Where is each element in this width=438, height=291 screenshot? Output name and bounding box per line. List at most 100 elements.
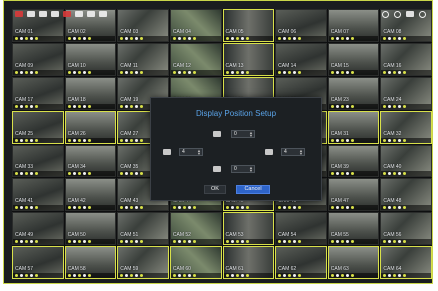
status-icon xyxy=(87,36,91,40)
bottom-offset-spinner[interactable]: 0 ▲ ▼ xyxy=(231,165,255,173)
camera-tile[interactable]: CAM 57 xyxy=(12,246,64,279)
ptz-icon[interactable] xyxy=(99,11,107,17)
camera-tile[interactable]: CAM 11 xyxy=(117,42,169,76)
status-icon xyxy=(72,206,76,210)
status-icon xyxy=(67,206,71,210)
camera-tile[interactable]: CAM 55 xyxy=(327,212,380,246)
camera-tile[interactable]: CAM 12 xyxy=(169,42,222,76)
camera-tile[interactable]: CAM 25 xyxy=(12,110,64,144)
left-offset-spinner[interactable]: 4 ▲ ▼ xyxy=(179,148,203,156)
status-icon xyxy=(20,206,23,210)
status-icon xyxy=(388,70,392,74)
camera-status-bar xyxy=(276,35,326,41)
camera-label: CAM 57 xyxy=(15,266,34,272)
camera-tile[interactable]: CAM 13 xyxy=(222,42,275,76)
status-icon xyxy=(283,206,287,210)
camera-tile[interactable]: CAM 64 xyxy=(380,246,432,279)
camera-status-bar xyxy=(223,273,274,278)
camera-tile[interactable]: CAM 59 xyxy=(117,246,169,279)
camera-tile[interactable]: CAM 33 xyxy=(12,144,64,178)
spinner-arrows-icon[interactable]: ▲ ▼ xyxy=(249,166,253,173)
sequence-icon[interactable] xyxy=(39,11,47,17)
spinner-arrows-icon[interactable]: ▲ ▼ xyxy=(197,149,201,156)
camera-status-bar xyxy=(65,35,116,41)
camera-tile[interactable]: CAM 10 xyxy=(64,42,117,76)
camera-tile[interactable]: CAM 40 xyxy=(380,144,432,178)
alarm-icon[interactable] xyxy=(63,11,71,17)
status-icon xyxy=(230,206,234,210)
status-icon xyxy=(172,36,176,40)
camera-tile[interactable]: CAM 47 xyxy=(327,178,380,212)
camera-tile[interactable]: CAM 60 xyxy=(169,246,222,279)
status-icon xyxy=(350,70,354,74)
status-icon xyxy=(120,36,124,40)
camera-label: CAM 59 xyxy=(120,266,139,272)
camera-tile[interactable]: CAM 16 xyxy=(380,42,432,76)
status-icon xyxy=(125,206,129,210)
camera-label: CAM 48 xyxy=(383,198,402,205)
camera-tile[interactable]: CAM 24 xyxy=(380,76,432,110)
spinner-arrows-icon[interactable]: ▲ ▼ xyxy=(249,131,253,138)
camera-label: CAM 39 xyxy=(330,164,349,171)
network-icon[interactable] xyxy=(394,10,401,18)
layout-icon[interactable] xyxy=(27,11,35,17)
camera-tile[interactable]: CAM 39 xyxy=(327,144,380,178)
status-icon xyxy=(182,240,186,244)
record-icon[interactable] xyxy=(15,11,23,17)
camera-tile[interactable]: CAM 15 xyxy=(327,42,380,76)
status-icon xyxy=(172,70,176,74)
camera-tile[interactable]: CAM 50 xyxy=(64,212,117,246)
camera-tile[interactable]: CAM 54 xyxy=(275,212,327,246)
camera-tile[interactable]: CAM 51 xyxy=(117,212,169,246)
status-icon xyxy=(383,206,387,210)
status-icon xyxy=(398,104,402,108)
right-offset-spinner[interactable]: 4 ▲ ▼ xyxy=(281,148,305,156)
camera-label: CAM 06 xyxy=(278,28,297,35)
status-icon xyxy=(72,274,76,277)
camera-tile[interactable]: CAM 58 xyxy=(64,246,117,279)
status-icon xyxy=(383,172,387,176)
camera-tile[interactable]: CAM 62 xyxy=(275,246,327,279)
camera-tile[interactable]: CAM 48 xyxy=(380,178,432,212)
status-icon xyxy=(140,138,144,142)
camera-tile[interactable]: CAM 53 xyxy=(222,212,275,246)
camera-label: CAM 40 xyxy=(383,164,402,171)
camera-tile[interactable]: CAM 14 xyxy=(275,42,327,76)
camera-tile[interactable]: CAM 32 xyxy=(380,110,432,144)
camera-tile[interactable]: CAM 42 xyxy=(64,178,117,212)
settings-gear-icon[interactable] xyxy=(419,10,426,18)
status-icon xyxy=(293,206,297,210)
status-icon xyxy=(335,70,339,74)
camera-tile[interactable]: CAM 18 xyxy=(64,76,117,110)
cancel-button[interactable]: Cancel xyxy=(236,185,270,194)
camera-tile[interactable]: CAM 23 xyxy=(327,76,380,110)
camera-status-bar xyxy=(13,35,63,41)
camera-tile[interactable]: CAM 49 xyxy=(12,212,64,246)
camera-status-bar xyxy=(65,103,116,109)
camera-tile[interactable]: CAM 31 xyxy=(327,110,380,144)
camera-tile[interactable]: CAM 52 xyxy=(169,212,222,246)
camera-tile[interactable]: CAM 63 xyxy=(327,246,380,279)
spinner-arrows-icon[interactable]: ▲ ▼ xyxy=(299,149,303,156)
playback-icon[interactable] xyxy=(51,11,59,17)
snapshot-icon[interactable] xyxy=(75,11,83,17)
camera-tile[interactable]: CAM 61 xyxy=(222,246,275,279)
status-icon xyxy=(72,70,76,74)
status-icon xyxy=(140,172,144,176)
camera-tile[interactable]: CAM 34 xyxy=(64,144,117,178)
camera-tile[interactable]: CAM 26 xyxy=(64,110,117,144)
camera-tile[interactable]: CAM 17 xyxy=(12,76,64,110)
camera-label: CAM 49 xyxy=(15,232,34,239)
search-icon[interactable] xyxy=(406,11,414,17)
camera-status-bar xyxy=(65,137,116,143)
status-icon xyxy=(398,70,402,74)
camera-tile[interactable]: CAM 09 xyxy=(12,42,64,76)
camera-tile[interactable]: CAM 41 xyxy=(12,178,64,212)
user-icon[interactable] xyxy=(382,10,389,18)
top-offset-spinner[interactable]: 0 ▲ ▼ xyxy=(231,130,255,138)
camera-tile[interactable]: CAM 56 xyxy=(380,212,432,246)
ok-button[interactable]: OK xyxy=(204,185,226,194)
audio-icon[interactable] xyxy=(87,11,95,17)
status-icon xyxy=(350,274,354,277)
status-icon xyxy=(30,104,33,108)
